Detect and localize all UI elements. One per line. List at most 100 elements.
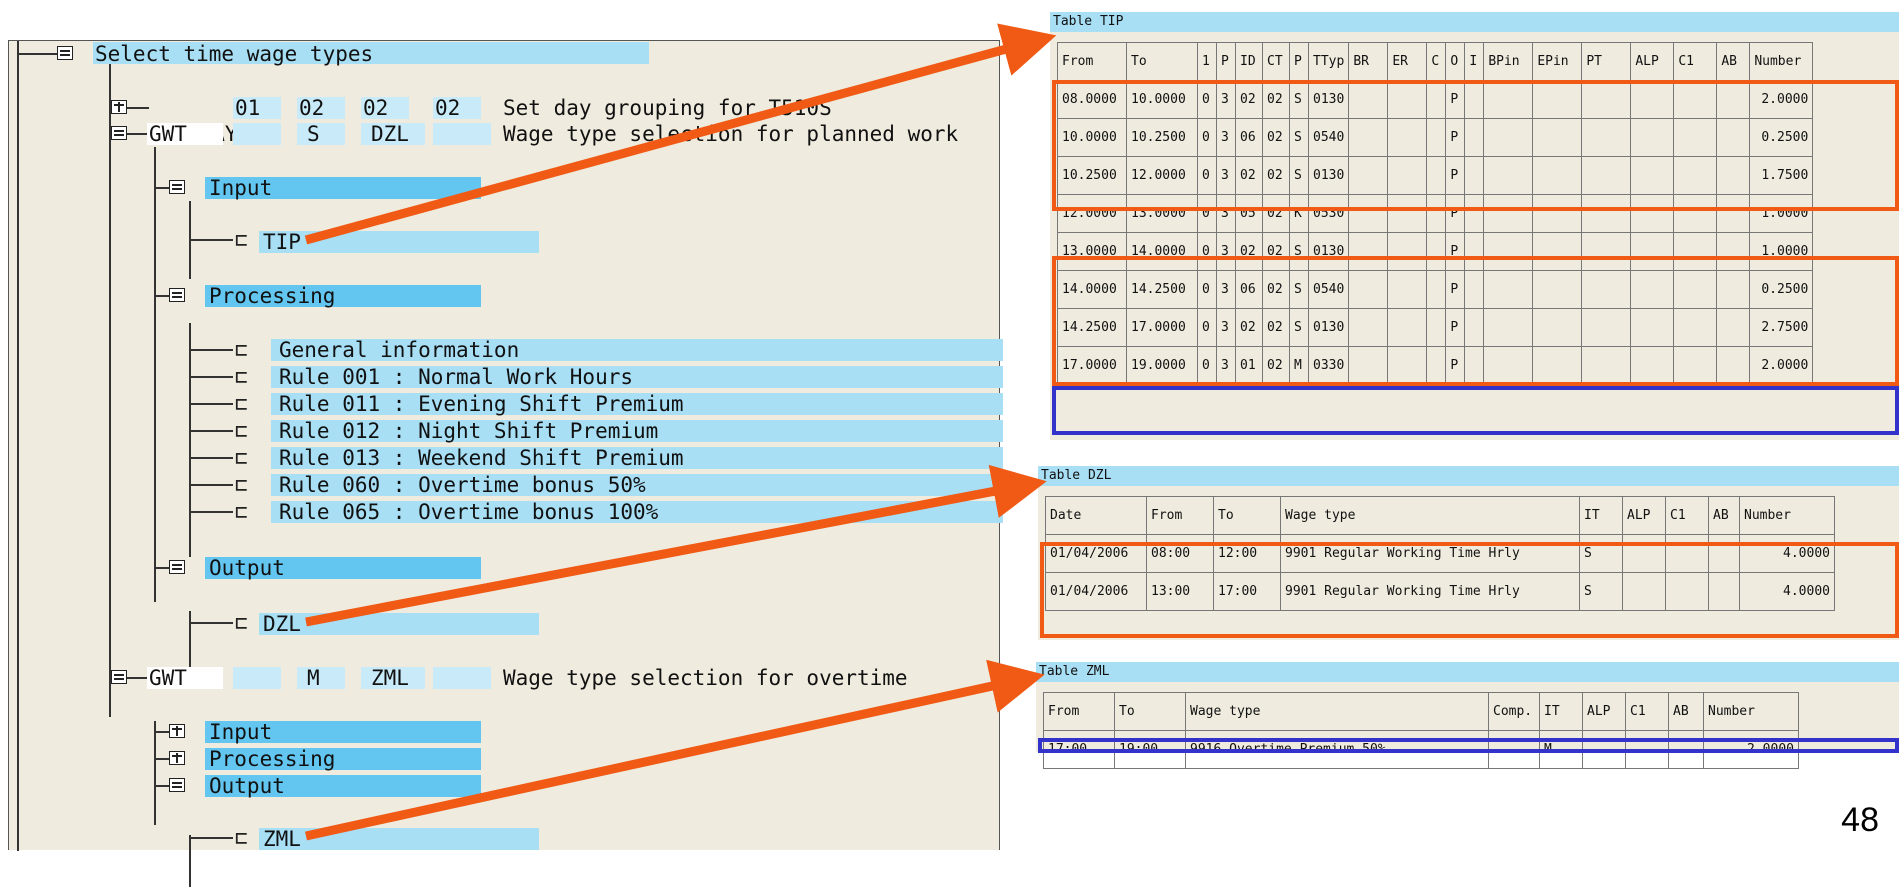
tip-header-cell[interactable]: P (1289, 42, 1309, 81)
folder-open-icon[interactable] (169, 180, 185, 194)
tip-header-cell[interactable]: Number (1749, 42, 1814, 81)
dzl-header-cell[interactable]: To (1213, 496, 1281, 535)
gwt1-code[interactable]: GWT (149, 121, 187, 147)
tip-header-cell[interactable]: ER (1387, 42, 1428, 81)
tip-header-cell[interactable]: BR (1348, 42, 1389, 81)
tip-header-cell[interactable]: C (1426, 42, 1447, 81)
dzl-header-cell[interactable]: Number (1739, 496, 1835, 535)
zml-header-cell[interactable]: AB (1668, 692, 1704, 731)
tip-cell (1673, 156, 1718, 195)
folder-open-icon[interactable] (57, 46, 73, 60)
tip-cell (1630, 80, 1675, 119)
zml-leaf[interactable]: ZML (263, 826, 301, 852)
dzl-header-cell[interactable]: C1 (1665, 496, 1709, 535)
tip-cell: 0130 (1307, 80, 1350, 119)
document-icon: ⊏ (235, 228, 248, 252)
document-icon: ⊏ (235, 392, 248, 416)
table-row[interactable]: 13.0000 14.0000 0 3 02 02 S 0130 P 1.0000 (1057, 232, 1814, 271)
proc-item-rule-060[interactable]: Rule 060 : Overtime bonus 50% (279, 472, 646, 498)
folder-closed-icon[interactable] (111, 100, 127, 114)
proc-item-rule-011[interactable]: Rule 011 : Evening Shift Premium (279, 391, 684, 417)
gwt1-output[interactable]: Output (209, 555, 285, 581)
gwt1-input[interactable]: Input (209, 175, 272, 201)
dzl-header-cell[interactable]: IT (1579, 496, 1623, 535)
zml-header-cell[interactable]: Number (1703, 692, 1799, 731)
tip-cell (1387, 80, 1428, 119)
table-row[interactable]: 01/04/2006 08:00 12:00 9901 Regular Working… (1045, 534, 1835, 573)
document-icon: ⊏ (235, 826, 248, 850)
zml-header-cell[interactable]: IT (1539, 692, 1583, 731)
proc-item-rule-001[interactable]: Rule 001 : Normal Work Hours (279, 364, 633, 390)
gwt1-processing[interactable]: Processing (209, 283, 335, 309)
table-row[interactable]: 17.0000 19.0000 0 3 01 02 M 0330 P 2.0000 (1057, 346, 1814, 385)
table-row[interactable]: 12.0000 13.0000 0 3 05 02 K 0530 P 1.0000 (1057, 194, 1814, 233)
dzl-header-cell[interactable]: AB (1708, 496, 1740, 535)
zml-header-cell[interactable]: C1 (1625, 692, 1669, 731)
table-row[interactable]: 17:00 19:00 9916 Overtime Premium 50% M 2.00… (1043, 730, 1799, 769)
gwt2-table: ZML (371, 666, 409, 690)
tip-cell: 0.2500 (1749, 118, 1814, 157)
dzl-leaf[interactable]: DZL (263, 611, 301, 637)
tip-leaf[interactable]: TIP (263, 229, 301, 255)
proc-item-rule-012[interactable]: Rule 012 : Night Shift Premium (279, 418, 658, 444)
tip-header-cell[interactable]: From (1057, 42, 1127, 81)
schema-tree-panel: Select time wage types DAYMO 01 02 02 02… (8, 40, 1003, 887)
tip-header-cell[interactable]: EPin (1532, 42, 1583, 81)
zml-header-cell[interactable]: From (1043, 692, 1115, 731)
root-node-label[interactable]: Select time wage types (95, 41, 373, 67)
tip-header-cell[interactable]: O (1445, 42, 1466, 81)
tip-header-cell[interactable]: C1 (1673, 42, 1718, 81)
dzl-header-cell[interactable]: Date (1045, 496, 1147, 535)
zml-header-cell[interactable]: Comp. (1488, 692, 1540, 731)
tip-cell (1532, 118, 1583, 157)
folder-open-icon[interactable] (169, 560, 185, 574)
gwt2-output[interactable]: Output (209, 773, 285, 799)
tip-cell: 0 (1197, 346, 1217, 385)
folder-open-icon[interactable] (111, 126, 127, 140)
tip-header-cell[interactable]: To (1126, 42, 1198, 81)
folder-open-icon[interactable] (111, 670, 127, 684)
tip-cell: 13.0000 (1126, 194, 1198, 233)
tip-cell: 0 (1197, 308, 1217, 347)
gwt2-processing[interactable]: Processing (209, 746, 335, 772)
dzl-header-cell[interactable]: ALP (1622, 496, 1666, 535)
folder-open-icon[interactable] (169, 288, 185, 302)
gwt1-mod: S (307, 122, 320, 146)
tip-header-cell[interactable]: 1 (1197, 42, 1217, 81)
tip-header-cell[interactable]: AB (1716, 42, 1751, 81)
table-row[interactable]: 10.0000 10.2500 0 3 06 02 S 0540 P 0.2500 (1057, 118, 1814, 157)
tip-header-cell[interactable]: ALP (1630, 42, 1675, 81)
dzl-header-cell[interactable]: Wage type (1280, 496, 1580, 535)
folder-closed-icon[interactable] (169, 751, 185, 765)
tip-header-cell[interactable]: CT (1262, 42, 1290, 81)
tip-cell: S (1289, 232, 1309, 271)
dzl-header-cell[interactable]: From (1146, 496, 1214, 535)
table-row[interactable]: 10.2500 12.0000 0 3 02 02 S 0130 P 1.7500 (1057, 156, 1814, 195)
table-row[interactable]: 01/04/2006 13:00 17:00 9901 Regular Working… (1045, 572, 1835, 611)
proc-item-rule-065[interactable]: Rule 065 : Overtime bonus 100% (279, 499, 658, 525)
tip-header-cell[interactable]: BPin (1483, 42, 1534, 81)
gwt2-code[interactable]: GWT (149, 665, 187, 691)
gwt2-input[interactable]: Input (209, 719, 272, 745)
table-row[interactable]: 14.2500 17.0000 0 3 02 02 S 0130 P 2.7500 (1057, 308, 1814, 347)
table-tip: Table TIP From To 1 P ID CT P TTyp BR ER C O I BPin EP… (1050, 12, 1899, 440)
proc-item-general[interactable]: General information (279, 337, 519, 363)
tip-header-cell[interactable]: ID (1235, 42, 1263, 81)
tip-cell: S (1289, 80, 1309, 119)
folder-closed-icon[interactable] (169, 724, 185, 738)
dzl-grid: Date From To Wage type IT ALP C1 AB Number 01/04/… (1045, 496, 1835, 611)
zml-header-cell[interactable]: ALP (1582, 692, 1626, 731)
table-row[interactable]: 14.0000 14.2500 0 3 06 02 S 0540 P 0.2500 (1057, 270, 1814, 309)
zml-header-cell[interactable]: To (1114, 692, 1186, 731)
tip-header-cell[interactable]: I (1464, 42, 1485, 81)
tip-header-cell[interactable]: P (1216, 42, 1236, 81)
folder-open-icon[interactable] (169, 778, 185, 792)
tip-header-cell[interactable]: TTyp (1307, 42, 1350, 81)
table-row[interactable]: 08.0000 10.0000 0 3 02 02 S 0130 P 2.0000 (1057, 80, 1814, 119)
tip-cell (1630, 308, 1675, 347)
tip-header-cell[interactable]: PT (1581, 42, 1632, 81)
tip-cell: 2.0000 (1749, 80, 1814, 119)
zml-header-cell[interactable]: Wage type (1185, 692, 1489, 731)
tip-cell (1716, 194, 1751, 233)
proc-item-rule-013[interactable]: Rule 013 : Weekend Shift Premium (279, 445, 684, 471)
